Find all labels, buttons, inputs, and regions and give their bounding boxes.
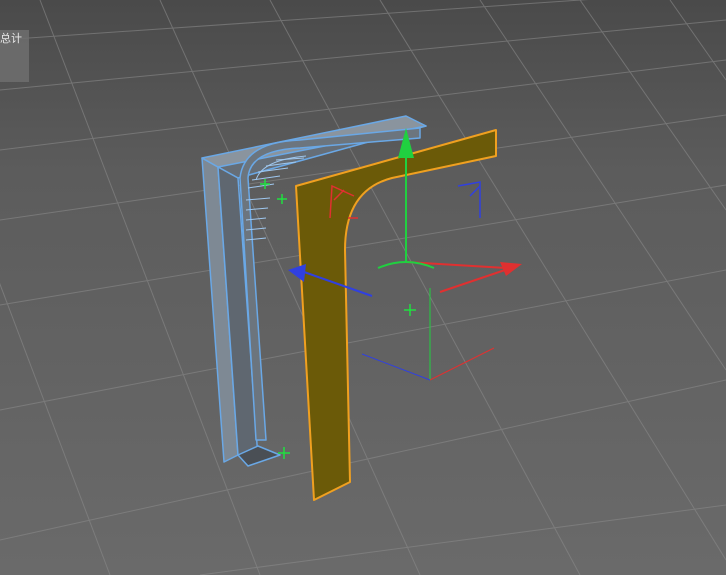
bounding-guides [361, 288, 495, 381]
viewport-scene [0, 0, 726, 575]
selected-profile-object[interactable] [295, 129, 497, 501]
gizmo-z-arrow [288, 264, 306, 282]
corner-marker-blue [457, 181, 481, 218]
gizmo-x-arrow [500, 262, 522, 276]
3d-viewport[interactable]: 总计 [0, 0, 726, 575]
hud-total-label: 总计 [0, 32, 22, 45]
floor-grid [0, 0, 726, 575]
